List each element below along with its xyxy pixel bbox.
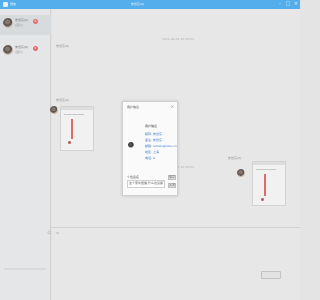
- profile-field: 地区: 上海: [145, 150, 159, 154]
- dialog-title: 用户信息: [127, 105, 140, 109]
- dialog-close-icon[interactable]: ×: [171, 105, 174, 109]
- profile-field: 电话: 0: [145, 156, 155, 160]
- app-window: 微信 朱世东(6) - □ × 朱世东(6) [图片] 6 朱世东(6) [图片…: [0, 0, 300, 300]
- avatar: [128, 142, 134, 148]
- save-button[interactable]: 保存: [168, 175, 176, 180]
- signature-input[interactable]: 这个家伙很懒,什么也没留下。: [127, 180, 165, 188]
- user-info-dialog: 用户信息 × 用户信息 昵称: 朱世东 备注: 朱世东 邮箱: admin@zi…: [122, 101, 178, 196]
- profile-heading: 用户信息: [145, 124, 158, 128]
- profile-field: 备注: 朱世东: [145, 138, 162, 142]
- signature-label: 个性签名: [127, 175, 140, 179]
- profile-field: 昵称: 朱世东: [145, 132, 162, 136]
- close-dialog-button[interactable]: 关闭: [168, 183, 176, 188]
- profile-field: 邮箱: admin@ziloo.cn: [145, 144, 177, 148]
